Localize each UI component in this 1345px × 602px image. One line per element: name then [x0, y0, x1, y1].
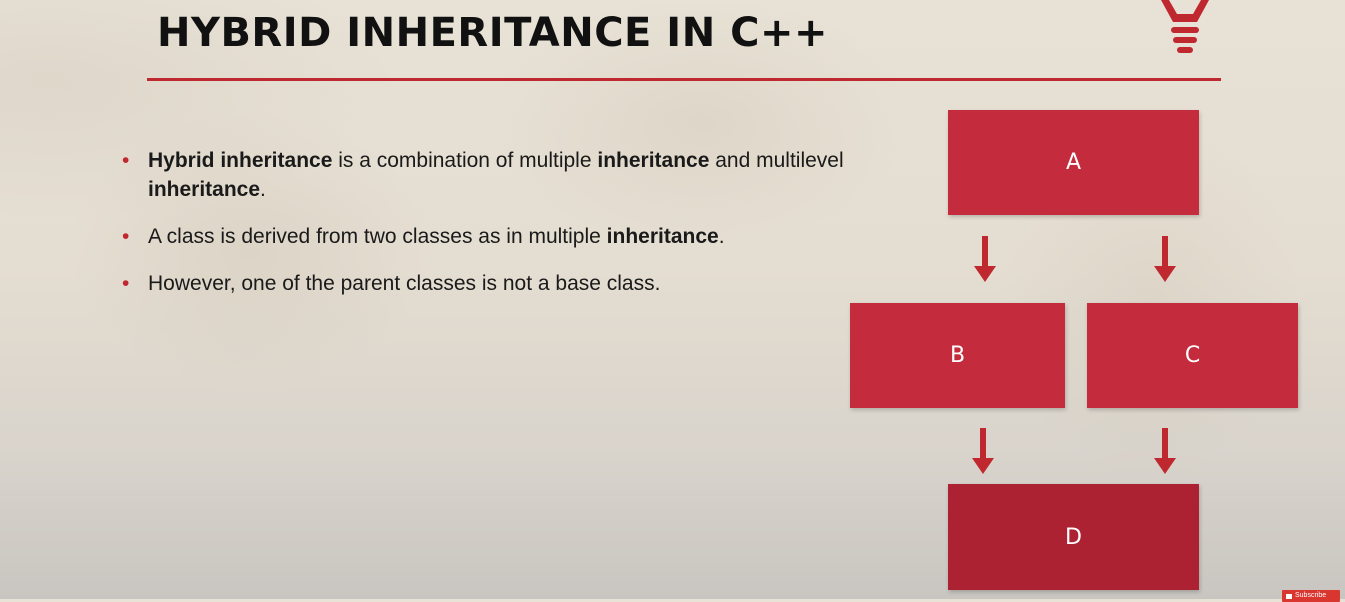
bullet-item: • A class is derived from two classes as…: [122, 222, 882, 251]
bullet-text: A class is derived from two classes as i…: [148, 225, 607, 248]
arrow-down-icon: [1154, 236, 1176, 282]
bullet-marker: •: [122, 272, 130, 295]
bullet-text: .: [718, 225, 725, 248]
bullet-marker: •: [122, 149, 130, 172]
class-node-a: A: [948, 110, 1199, 215]
bullet-text: is a combination of multiple: [332, 149, 598, 172]
bullet-item: • Hybrid inheritance is a combination of…: [122, 146, 882, 204]
subscribe-button[interactable]: Subscribe: [1282, 590, 1340, 602]
subscribe-label: Subscribe: [1295, 592, 1327, 599]
arrow-down-icon: [972, 428, 994, 474]
page-title: HYBRID INHERITANCE IN C++: [157, 10, 828, 56]
bullet-text: However, one of the parent classes is no…: [148, 272, 661, 295]
bullet-text: .: [260, 178, 266, 201]
bullet-text-bold: Hybrid inheritance: [148, 149, 333, 172]
lightbulb-icon: [1161, 0, 1209, 53]
class-node-b: B: [850, 303, 1065, 408]
class-node-d: D: [948, 484, 1199, 590]
arrow-down-icon: [1154, 428, 1176, 474]
arrow-down-icon: [974, 236, 996, 282]
bullet-list: • Hybrid inheritance is a combination of…: [122, 146, 882, 316]
bullet-text: and multilevel: [709, 149, 844, 172]
bullet-item: • However, one of the parent classes is …: [122, 269, 882, 298]
bullet-text-bold: inheritance: [148, 178, 261, 201]
youtube-icon: [1286, 593, 1292, 599]
title-divider: [147, 78, 1221, 81]
bullet-text-bold: inheritance: [597, 149, 710, 172]
bullet-marker: •: [122, 225, 130, 248]
bullet-text-bold: inheritance: [606, 225, 719, 248]
class-node-c: C: [1087, 303, 1298, 408]
